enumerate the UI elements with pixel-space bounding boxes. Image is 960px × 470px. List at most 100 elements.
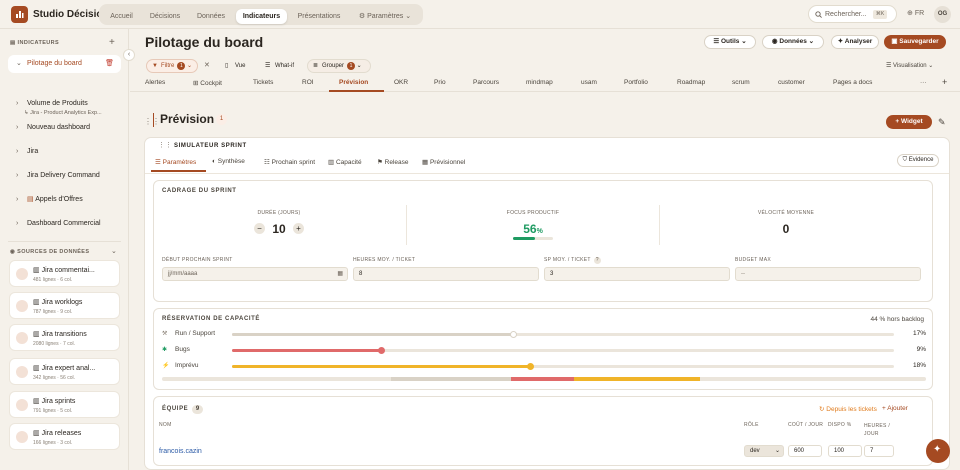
- nav-tab-donnees[interactable]: Données: [190, 9, 232, 24]
- subtab-capacite[interactable]: ▥ Capacité: [328, 158, 362, 166]
- source-card[interactable]: ▥ Jira sprints 791 lignes · 5 col.: [9, 391, 120, 418]
- slider-knob[interactable]: [526, 363, 534, 370]
- source-card[interactable]: ▥ Jira commentai... 481 lignes · 6 col.: [9, 260, 120, 287]
- duration-decrease-button[interactable]: −: [254, 223, 265, 234]
- add-member-button[interactable]: + Ajouter: [882, 405, 908, 412]
- top-bar: Studio Décision Accueil Décisions Donnée…: [0, 0, 960, 29]
- source-card[interactable]: ▥ Jira transitions 2080 lignes · 7 col.: [9, 324, 120, 351]
- cost-input[interactable]: 600: [788, 445, 822, 457]
- budget-label: BUDGET MAX: [735, 257, 771, 263]
- slider-knob[interactable]: [377, 347, 385, 354]
- analyze-button[interactable]: ✦ Analyser: [831, 35, 879, 49]
- tab-roi[interactable]: ROI: [302, 79, 314, 86]
- subtab-previsionnel[interactable]: ▦ Prévisionnel: [422, 158, 465, 166]
- source-icon: [16, 332, 28, 344]
- evidence-button[interactable]: ⛉ Evidence: [897, 154, 939, 167]
- hours-per-day-input[interactable]: 7: [864, 445, 894, 457]
- focus-value: 56%: [523, 222, 543, 236]
- tools-button[interactable]: ☰ Outils ⌄: [704, 35, 756, 49]
- sidebar-item-volume[interactable]: › Volume de Produits: [8, 95, 121, 113]
- nav-tab-parametres[interactable]: ⚙ Paramètres ⌄: [352, 9, 418, 24]
- role-select[interactable]: dev ⌄: [744, 445, 784, 457]
- subtab-synthese[interactable]: ◐ Synthèse: [212, 158, 245, 165]
- sliders-icon: ⚙: [358, 13, 368, 20]
- member-name[interactable]: francois.cazin: [159, 448, 202, 455]
- chevron-down-icon[interactable]: ⌄: [111, 247, 117, 255]
- filter-chip[interactable]: ▼ Filtre 1 ⌄: [146, 59, 198, 73]
- slider-knob[interactable]: [510, 331, 518, 338]
- tab-alertes[interactable]: Alertes: [145, 79, 165, 86]
- add-indicator-icon[interactable]: +: [109, 37, 115, 48]
- tab-customer[interactable]: customer: [778, 79, 805, 86]
- tab-pages-docs[interactable]: Pages a docs: [833, 79, 872, 86]
- sidebar-item-pilotage[interactable]: ⌄ Pilotage du board 🗑: [8, 55, 121, 73]
- chevron-down-icon: ⌄: [774, 448, 780, 454]
- add-widget-button[interactable]: + Widget: [886, 115, 932, 129]
- tab-prio[interactable]: Prio: [434, 79, 446, 86]
- start-date-input[interactable]: jj/mm/aaaa ▦: [162, 267, 348, 281]
- tab-tickets[interactable]: Tickets: [253, 79, 273, 86]
- chevron-down-icon: ⌄: [926, 63, 934, 69]
- language-switch[interactable]: ⊕ FR: [907, 9, 924, 17]
- whatif-button[interactable]: ☰ What-if: [260, 59, 300, 73]
- source-card[interactable]: ▥ Jira expert anal... 342 lignes · 56 col…: [9, 358, 120, 385]
- edit-icon[interactable]: ✎: [938, 117, 946, 128]
- nav-tab-presentations[interactable]: Présentations: [291, 9, 347, 24]
- section-accent: [153, 113, 154, 127]
- user-avatar[interactable]: OG: [934, 6, 951, 23]
- tab-portfolio[interactable]: Portfolio: [624, 79, 648, 86]
- nav-tab-decisions[interactable]: Décisions: [143, 9, 187, 24]
- budget-input[interactable]: --: [735, 267, 921, 281]
- add-tab-icon[interactable]: +: [942, 77, 947, 87]
- subtab-release[interactable]: ⚑ Release: [377, 158, 409, 166]
- search-box[interactable]: Rechercher... ⌘K: [808, 5, 897, 23]
- capacity-slider-bugs[interactable]: [232, 347, 894, 354]
- subtab-prochain-sprint[interactable]: ☷ Prochain sprint: [264, 158, 315, 166]
- clear-filter-icon[interactable]: ✕: [204, 61, 210, 69]
- sidebar-item-nouveau[interactable]: › Nouveau dashboard: [8, 119, 121, 137]
- document-icon: ▤: [27, 196, 36, 203]
- subtab-parametres[interactable]: ☰ Paramètres: [155, 158, 196, 166]
- bug-icon: ✱: [162, 347, 168, 353]
- view-button[interactable]: ▯ Vue: [220, 59, 252, 73]
- assistant-fab[interactable]: ✦: [926, 439, 950, 463]
- tab-usam[interactable]: usam: [581, 79, 597, 86]
- tab-okr[interactable]: OKR: [394, 79, 408, 86]
- sidebar-item-appels[interactable]: › ▤ Appels d'Offres: [8, 191, 121, 209]
- tab-prevision[interactable]: Prévision: [339, 79, 368, 86]
- sidebar-item-commercial[interactable]: › Dashboard Commercial: [8, 215, 121, 233]
- data-button[interactable]: ◉ Données ⌄: [762, 35, 824, 49]
- duration-increase-button[interactable]: +: [293, 223, 304, 234]
- tab-scrum[interactable]: scrum: [732, 79, 750, 86]
- display-dropdown[interactable]: ☰ Visualisation ⌄: [886, 62, 933, 69]
- trash-icon[interactable]: 🗑: [105, 55, 114, 73]
- calendar-icon: ▦: [422, 159, 430, 166]
- sp-input[interactable]: 3: [544, 267, 730, 281]
- nav-tab-accueil[interactable]: Accueil: [103, 9, 140, 24]
- more-tabs-icon[interactable]: ···: [920, 79, 927, 86]
- from-tickets-button[interactable]: ↻ Depuis les tickets: [819, 405, 877, 413]
- save-button[interactable]: ▣ Sauvegarder: [884, 35, 946, 49]
- subtab-divider: [145, 173, 949, 174]
- tab-parcours[interactable]: Parcours: [473, 79, 499, 86]
- capacity-slider-run[interactable]: [232, 331, 894, 338]
- sliders-icon: ☰: [713, 38, 721, 45]
- sidebar-item-jira[interactable]: › Jira: [8, 143, 121, 161]
- hours-input[interactable]: 8: [353, 267, 539, 281]
- focus-progress: [513, 237, 553, 240]
- source-card[interactable]: ▥ Jira releases 166 lignes · 3 col.: [9, 423, 120, 450]
- tab-cockpit[interactable]: ⊞ Cockpit: [193, 79, 222, 87]
- source-card[interactable]: ▥ Jira worklogs 787 lignes · 9 col.: [9, 292, 120, 319]
- drag-handle-icon[interactable]: ⋮⋮: [158, 141, 172, 149]
- dispo-input[interactable]: 100: [828, 445, 862, 457]
- tab-mindmap[interactable]: mindmap: [526, 79, 553, 86]
- app-logo[interactable]: [11, 6, 28, 23]
- tab-roadmap[interactable]: Roadmap: [677, 79, 705, 86]
- sidebar-item-jira-delivery[interactable]: › Jira Delivery Command: [8, 167, 121, 185]
- group-chip[interactable]: ≣ Grouper 1 ⌄: [307, 59, 371, 73]
- search-shortcut: ⌘K: [873, 10, 887, 19]
- help-icon[interactable]: ?: [593, 257, 601, 264]
- capacity-slider-imprevu[interactable]: [232, 363, 894, 370]
- nav-tab-indicateurs[interactable]: Indicateurs: [236, 9, 287, 24]
- drag-handle-icon[interactable]: ⋮⋮: [144, 117, 160, 126]
